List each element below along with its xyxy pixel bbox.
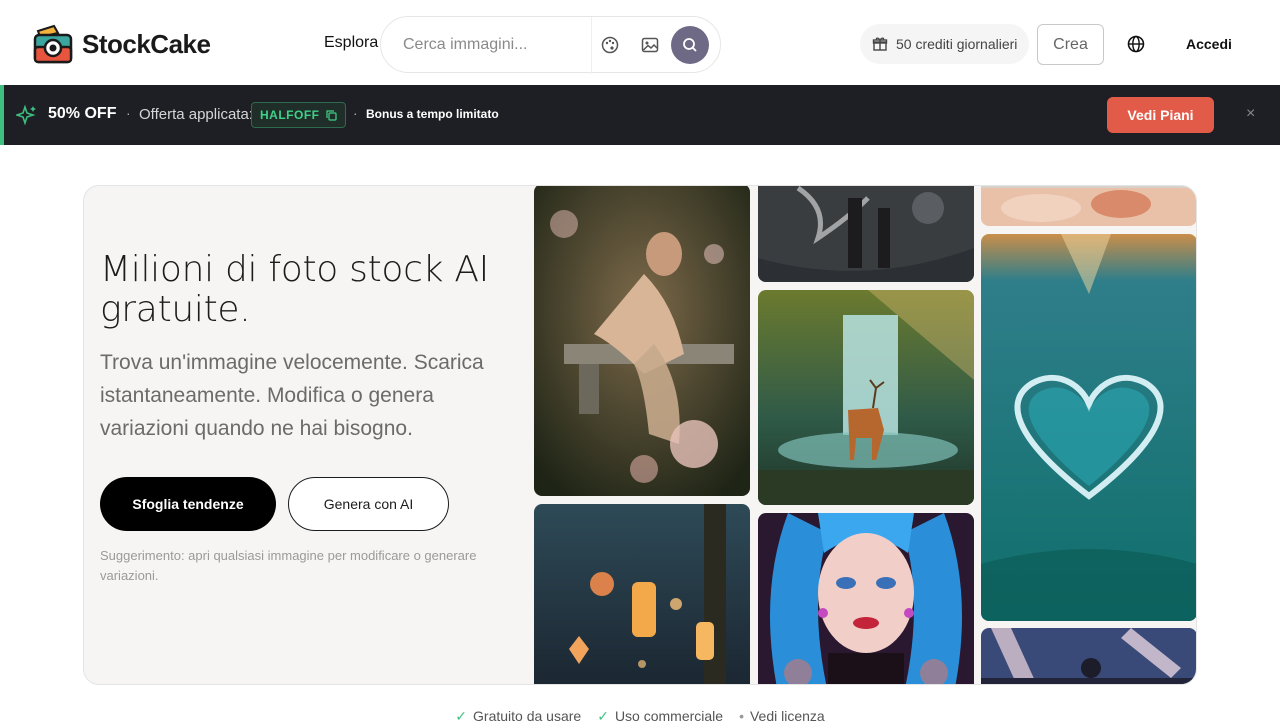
feature-label: Uso commerciale [614,708,724,724]
image-search-icon[interactable] [639,34,661,56]
hero-card: Milioni di foto stock AI gratuite. Trova… [83,185,1197,685]
hero-subtitle: Trova un'immagine velocemente. Scarica i… [100,351,484,440]
features-strip: ✓ Gratuito da usare ✓ Uso commerciale • … [0,706,1280,726]
feature-item[interactable]: • Vedi licenza [739,706,825,726]
promo-code-badge[interactable]: HALFOFF [251,102,346,128]
gallery-image-concert[interactable] [981,628,1196,684]
search-bar [380,16,721,74]
explore-label: Esplora [324,34,379,51]
gallery-image-waterfall-deer[interactable] [758,290,974,505]
promo-banner: 50% OFF · Offerta applicata: HALFOFF · B… [0,85,1280,145]
dot-icon: • [739,708,744,724]
gallery-image-dark-creature[interactable] [758,186,974,282]
feature-item: ✓ Uso commerciale [597,706,723,726]
hero-text-panel: Milioni di foto stock AI gratuite. Trova… [84,186,534,684]
check-icon: ✓ [597,707,609,724]
view-plans-button[interactable]: Vedi Piani [1107,97,1214,133]
logo[interactable]: StockCake [32,23,211,65]
hero-title: Milioni di foto stock AI gratuite. [100,249,489,330]
search-icon [683,38,697,52]
check-icon: ✓ [455,707,468,724]
close-icon[interactable]: × [1246,105,1255,123]
feature-label: Gratuito da usare [473,708,582,724]
promo-code: HALFOFF [260,108,320,122]
bonus-label: Bonus a tempo limitato [366,107,499,121]
gallery-image-blue-hair-portrait[interactable] [758,513,974,684]
copy-icon [325,109,337,121]
site-header: StockCake Esplora 50 crediti giornalieri… [0,0,1280,85]
palette-icon[interactable] [599,34,621,56]
browse-trends-button[interactable]: Sfoglia tendenze [100,477,276,531]
login-link[interactable]: Accedi [1186,36,1232,52]
gallery-image-garden-woman[interactable] [534,186,750,496]
search-button[interactable] [671,26,709,64]
feature-item: ✓ Gratuito da usare [455,706,581,726]
daily-credits-badge[interactable]: 50 crediti giornalieri [860,24,1030,64]
gallery-image-hands[interactable] [981,186,1196,226]
credits-label: 50 crediti giornalieri [896,36,1018,52]
gift-icon [872,37,888,51]
separator-dot: · [126,105,131,121]
globe-icon[interactable] [1126,34,1146,54]
sparkle-icon [14,104,38,126]
camera-logo-icon [32,23,74,65]
generate-ai-button[interactable]: Genera con AI [288,477,449,531]
search-input[interactable] [403,35,588,54]
separator-dot: · [353,105,358,121]
gallery-image-lanterns[interactable] [534,504,750,684]
offer-applied-label: Offerta applicata: [139,106,253,123]
license-link[interactable]: Vedi licenza [750,708,825,724]
discount-label: 50% OFF [48,105,117,122]
gallery-image-heart-wave[interactable] [981,234,1196,621]
brand-name: StockCake [82,28,211,59]
search-divider [591,17,592,74]
hint-text: Suggerimento: apri qualsiasi immagine pe… [100,548,477,583]
create-button[interactable]: Crea [1037,24,1104,65]
